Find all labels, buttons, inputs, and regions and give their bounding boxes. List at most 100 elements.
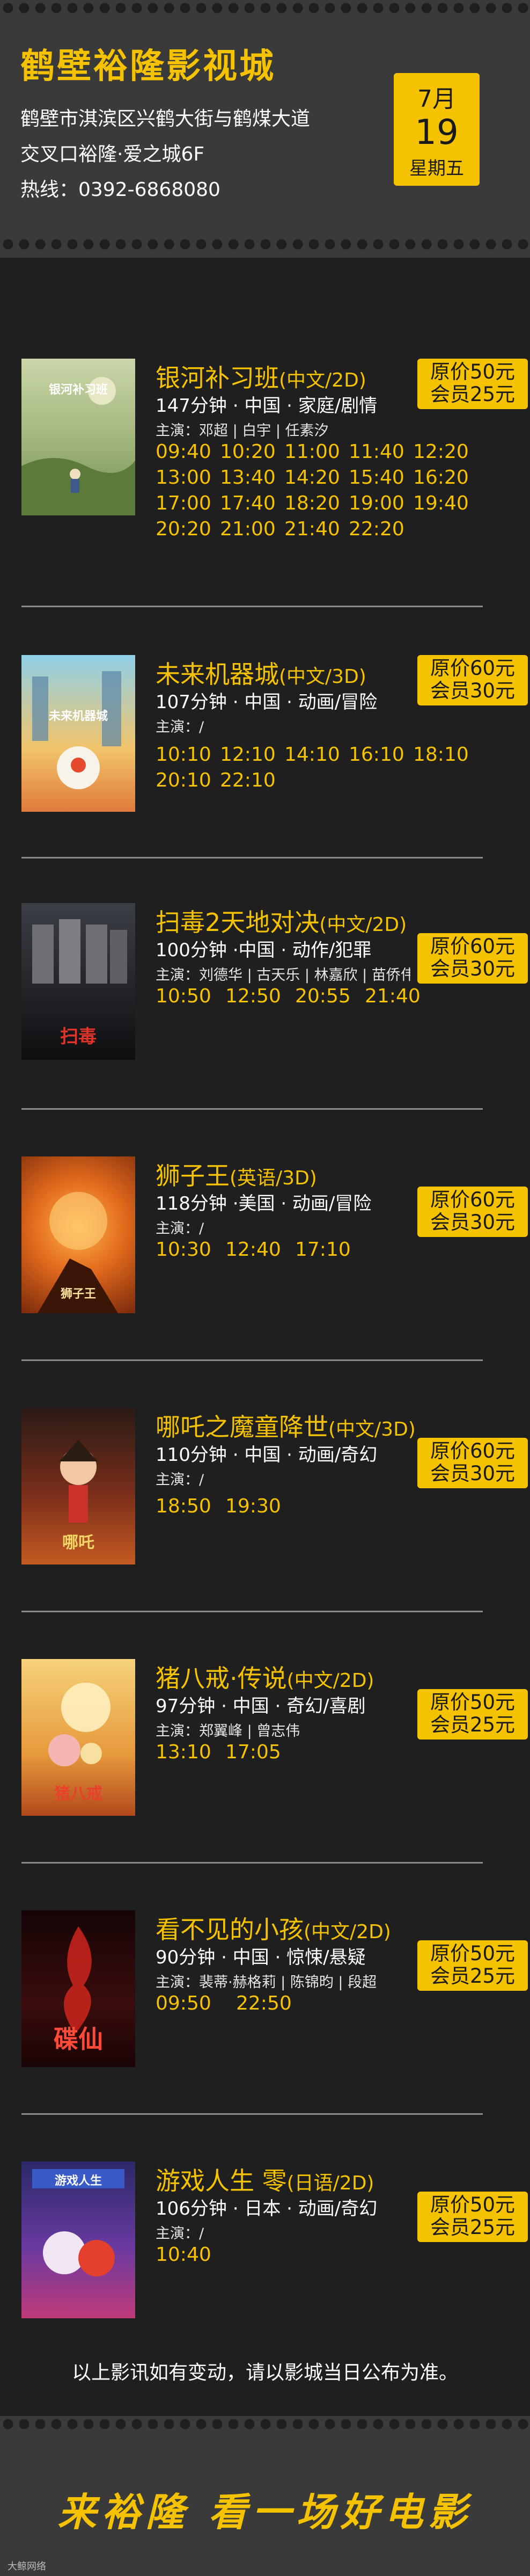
showtime[interactable]: 17:40 [220, 491, 284, 516]
movie-poster[interactable]: 未来机器城 [21, 655, 135, 812]
showtime[interactable]: 17:05 [225, 1740, 295, 1765]
showtime[interactable]: 13:00 [156, 465, 220, 491]
showtime[interactable]: 12:40 [225, 1237, 295, 1263]
price-badge: 原价60元 会员30元 [417, 1438, 528, 1488]
price-member: 会员30元 [430, 679, 516, 702]
price-original: 原价50元 [430, 360, 516, 383]
showtime[interactable]: 11:40 [349, 439, 413, 465]
movie-cast: 主演：/ [156, 1472, 204, 1488]
movie-language: (中文/3D) [328, 1418, 416, 1440]
price-badge: 原价50元 会员25元 [417, 2192, 528, 2242]
showtime[interactable]: 17:00 [156, 491, 220, 516]
showtime[interactable]: 20:10 [156, 768, 220, 794]
watermark: 大鲸网络 [8, 2561, 46, 2572]
movie-poster[interactable]: 哪吒 [21, 1408, 135, 1564]
showtime[interactable]: 13:40 [220, 465, 284, 491]
movie-title: 未来机器城(中文/3D) [156, 655, 366, 690]
movie-item[interactable]: 猪八戒 猪八戒·传说(中文/2D) 97分钟 · 中国 · 奇幻/喜剧 主演：郑… [0, 1659, 530, 1895]
showtime[interactable]: 12:50 [225, 984, 295, 1009]
showtime[interactable]: 17:10 [295, 1237, 365, 1263]
movie-language: (中文/3D) [279, 666, 366, 688]
movie-language: (英语/3D) [230, 1167, 317, 1189]
poster-title: 银河补习班 [48, 383, 108, 397]
showtime[interactable]: 19:30 [225, 1494, 295, 1519]
movie-item[interactable]: 银河补习班 银河补习班(中文/2D) 147分钟 · 中国 · 家庭/剧情 主演… [0, 359, 530, 595]
showtime[interactable]: 14:20 [284, 465, 349, 491]
showtime[interactable]: 10:30 [156, 1237, 225, 1263]
divider [21, 606, 483, 607]
header-band: 鹤壁裕隆影视城 鹤壁市淇滨区兴鹤大街与鹤煤大道 交叉口裕隆·爱之城6F 热线：0… [0, 0, 530, 258]
poster-title: 未来机器城 [48, 710, 108, 723]
poster-title: 猪八戒 [54, 1785, 102, 1803]
showtime[interactable]: 12:20 [413, 439, 477, 465]
movie-title-text: 看不见的小孩 [156, 1915, 304, 1944]
movie-cast: 主演：/ [156, 719, 204, 736]
movie-poster[interactable]: 扫毒 [21, 903, 135, 1060]
price-member: 会员25元 [430, 1964, 516, 1988]
showtimes: 09:50 22:50 [156, 1991, 477, 2017]
showtime[interactable]: 09:50 [156, 1991, 236, 2017]
showtime[interactable]: 22:50 [236, 1991, 316, 2017]
movie-item[interactable]: 狮子王 狮子王(英语/3D) 118分钟 ·美国 · 动画/冒险 主演：/ 10… [0, 1156, 530, 1393]
poster-title: 碟仙 [54, 2025, 103, 2054]
showtime[interactable]: 11:00 [284, 439, 349, 465]
showtime[interactable]: 21:40 [365, 984, 435, 1009]
price-original: 原价50元 [430, 1942, 516, 1965]
movie-title: 扫毒2天地对决(中文/2D) [156, 903, 407, 938]
schedule-notice: 以上影讯如有变动，请以影城当日公布为准。 [71, 2362, 458, 2384]
movie-title: 猪八戒·传说(中文/2D) [156, 1659, 374, 1694]
showtime[interactable]: 22:10 [220, 768, 284, 794]
showtime[interactable]: 20:20 [156, 516, 220, 542]
showtime[interactable]: 20:55 [295, 984, 365, 1009]
showtime[interactable]: 22:20 [349, 516, 413, 542]
movie-title: 银河补习班(中文/2D) [156, 359, 366, 394]
price-badge: 原价50元 会员25元 [417, 1689, 528, 1740]
movie-item[interactable]: 碟仙 看不见的小孩(中文/2D) 90分钟 · 中国 · 惊悚/悬疑 主演：裴蒂… [0, 1910, 530, 2146]
price-member: 会员25元 [430, 2216, 516, 2239]
movie-cast: 主演：/ [156, 2225, 204, 2242]
movie-poster[interactable]: 狮子王 [21, 1156, 135, 1313]
movie-poster[interactable]: 游戏人生 [21, 2162, 135, 2318]
movie-poster[interactable]: 猪八戒 [21, 1659, 135, 1816]
showtime[interactable]: 18:50 [156, 1494, 225, 1519]
movie-item[interactable]: 扫毒 扫毒2天地对决(中文/2D) 100分钟 ·中国 · 动作/犯罪 主演：刘… [0, 903, 530, 1139]
showtime[interactable]: 19:00 [349, 491, 413, 516]
showtime[interactable]: 21:00 [220, 516, 284, 542]
showtime[interactable]: 21:40 [284, 516, 349, 542]
showtime[interactable]: 12:10 [220, 742, 284, 768]
showtime[interactable]: 14:10 [284, 742, 349, 768]
movie-cast: 主演：郑翼峰 | 曾志伟 [156, 1723, 300, 1740]
showtime[interactable]: 10:10 [156, 742, 220, 768]
showtimes: 09:40 10:20 11:00 11:40 12:20 13:00 13:40 14:20… [156, 439, 477, 542]
showtime[interactable]: 18:10 [413, 742, 477, 768]
poster-title: 狮子王 [60, 1287, 96, 1301]
movie-cast: 主演：/ [156, 1220, 204, 1237]
footer-band: 来裕隆 看一场好电影 [0, 2416, 530, 2576]
showtime[interactable]: 15:40 [349, 465, 413, 491]
poster-title: 哪吒 [62, 1533, 94, 1552]
movie-meta: 147分钟 · 中国 · 家庭/剧情 [156, 395, 378, 417]
movie-title: 哪吒之魔童降世(中文/3D) [156, 1408, 416, 1443]
divider [21, 1611, 483, 1612]
showtime[interactable]: 13:10 [156, 1740, 225, 1765]
price-original: 原价60元 [430, 935, 516, 958]
movie-poster[interactable]: 银河补习班 [21, 359, 135, 515]
movie-meta: 110分钟 · 中国 · 动画/奇幻 [156, 1444, 378, 1466]
movie-title-text: 哪吒之魔童降世 [156, 1413, 328, 1442]
movie-language: (中文/2D) [286, 1670, 374, 1692]
movie-item[interactable]: 未来机器城 未来机器城(中文/3D) 107分钟 · 中国 · 动画/冒险 主演… [0, 655, 530, 891]
price-badge: 原价60元 会员30元 [417, 933, 528, 984]
movie-item[interactable]: 哪吒 哪吒之魔童降世(中文/3D) 110分钟 · 中国 · 动画/奇幻 主演：… [0, 1408, 530, 1644]
price-member: 会员25元 [430, 383, 516, 406]
showtime[interactable]: 16:10 [349, 742, 413, 768]
movie-meta: 106分钟 · 日本 · 动画/奇幻 [156, 2198, 378, 2220]
showtime[interactable]: 10:20 [220, 439, 284, 465]
movie-poster[interactable]: 碟仙 [21, 1910, 135, 2067]
showtime[interactable]: 16:20 [413, 465, 477, 491]
showtime[interactable]: 10:50 [156, 984, 225, 1009]
divider [21, 1862, 483, 1864]
showtime[interactable]: 18:20 [284, 491, 349, 516]
showtime[interactable]: 10:40 [156, 2242, 225, 2268]
showtime[interactable]: 09:40 [156, 439, 220, 465]
showtime[interactable]: 19:40 [413, 491, 477, 516]
